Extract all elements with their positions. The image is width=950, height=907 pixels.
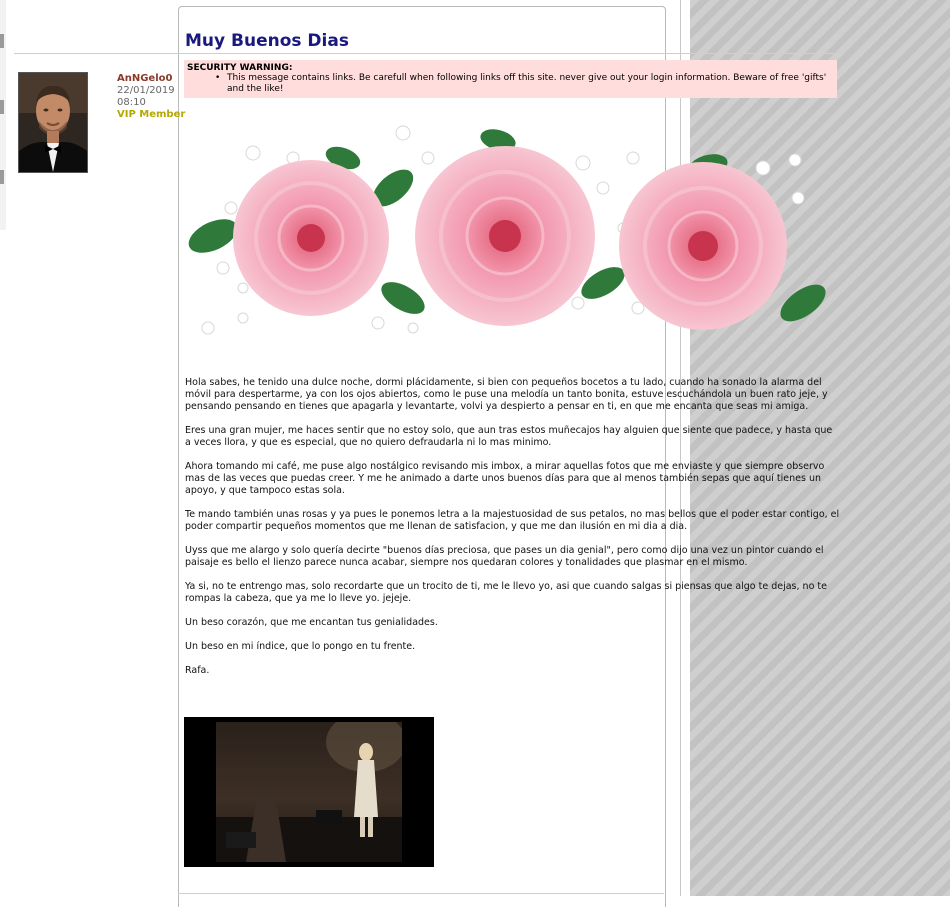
post-footer-divider — [178, 893, 664, 894]
roses-image — [188, 125, 826, 335]
security-warning-message: This message contains links. Be carefull… — [227, 73, 827, 94]
concert-scene-image — [216, 722, 402, 862]
post-paragraph: Eres una gran mujer, me haces sentir que… — [185, 425, 833, 448]
post-paragraph: Ya si, no te entrengo mas, solo recordar… — [185, 581, 827, 604]
title-divider — [14, 53, 838, 54]
avatar-portrait-image — [19, 73, 87, 172]
post-paragraph: Un beso en mi índice, que lo pongo en tu… — [185, 641, 416, 652]
member-level: VIP Member — [117, 109, 186, 120]
post-paragraph: Rafa. — [185, 665, 210, 676]
author-name[interactable]: AnNGelo0 — [117, 73, 187, 85]
post-paragraph: Un beso corazón, que me encantan tus gen… — [185, 617, 438, 628]
post-time: 08:10 — [117, 97, 146, 108]
bullet-icon: • — [215, 73, 221, 83]
post-author-info: AnNGelo0 22/01/2019 08:10 VIP Member — [117, 73, 187, 121]
post-paragraph: Te mando también unas rosas y ya pues le… — [185, 509, 840, 532]
avatar[interactable] — [18, 72, 88, 173]
post-date: 22/01/2019 — [117, 85, 175, 96]
post-body: Hola sabes, he tenido una dulce noche, d… — [185, 377, 840, 689]
post-title: Muy Buenos Dias — [185, 31, 349, 51]
post-paragraph: Uyss que me alargo y solo quería decirte… — [185, 545, 824, 568]
post-paragraph: Hola sabes, he tenido una dulce noche, d… — [185, 377, 828, 412]
video-frame — [216, 722, 402, 862]
embedded-video[interactable] — [184, 717, 434, 867]
left-sidebar-stub — [0, 0, 6, 230]
post-paragraph: Ahora tomando mi café, me puse algo nost… — [185, 461, 825, 496]
security-warning: SECURITY WARNING: • This message contain… — [184, 60, 837, 98]
